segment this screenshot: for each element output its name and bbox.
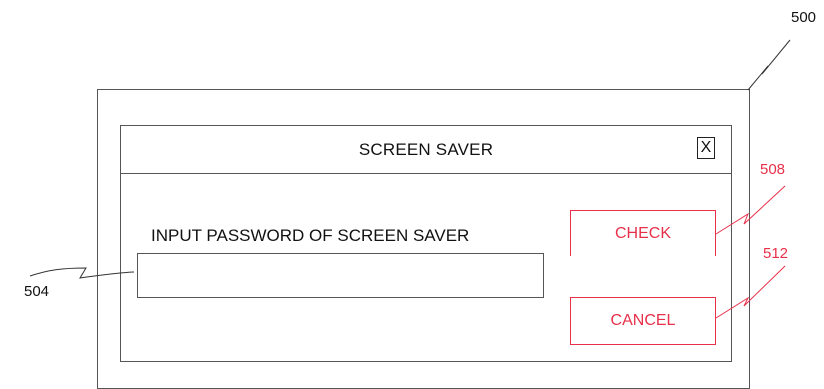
leader-line-500	[747, 39, 791, 91]
reference-numeral-500: 500	[791, 9, 817, 26]
close-icon: X	[700, 139, 712, 156]
password-input[interactable]	[137, 253, 544, 298]
dialog-title-bar: SCREEN SAVER X	[121, 126, 731, 174]
reference-numeral-512: 512	[763, 245, 789, 262]
cancel-button[interactable]: CANCEL	[570, 297, 716, 345]
check-button[interactable]: CHECK	[570, 210, 716, 256]
close-button[interactable]: X	[697, 137, 715, 159]
dialog-title: SCREEN SAVER	[358, 140, 494, 159]
reference-numeral-504: 504	[24, 283, 50, 300]
reference-numeral-508: 508	[760, 161, 786, 178]
password-prompt-label: INPUT PASSWORD OF SCREEN SAVER	[151, 226, 470, 245]
screen-saver-dialog: SCREEN SAVER X INPUT PASSWORD OF SCREEN …	[120, 125, 732, 362]
